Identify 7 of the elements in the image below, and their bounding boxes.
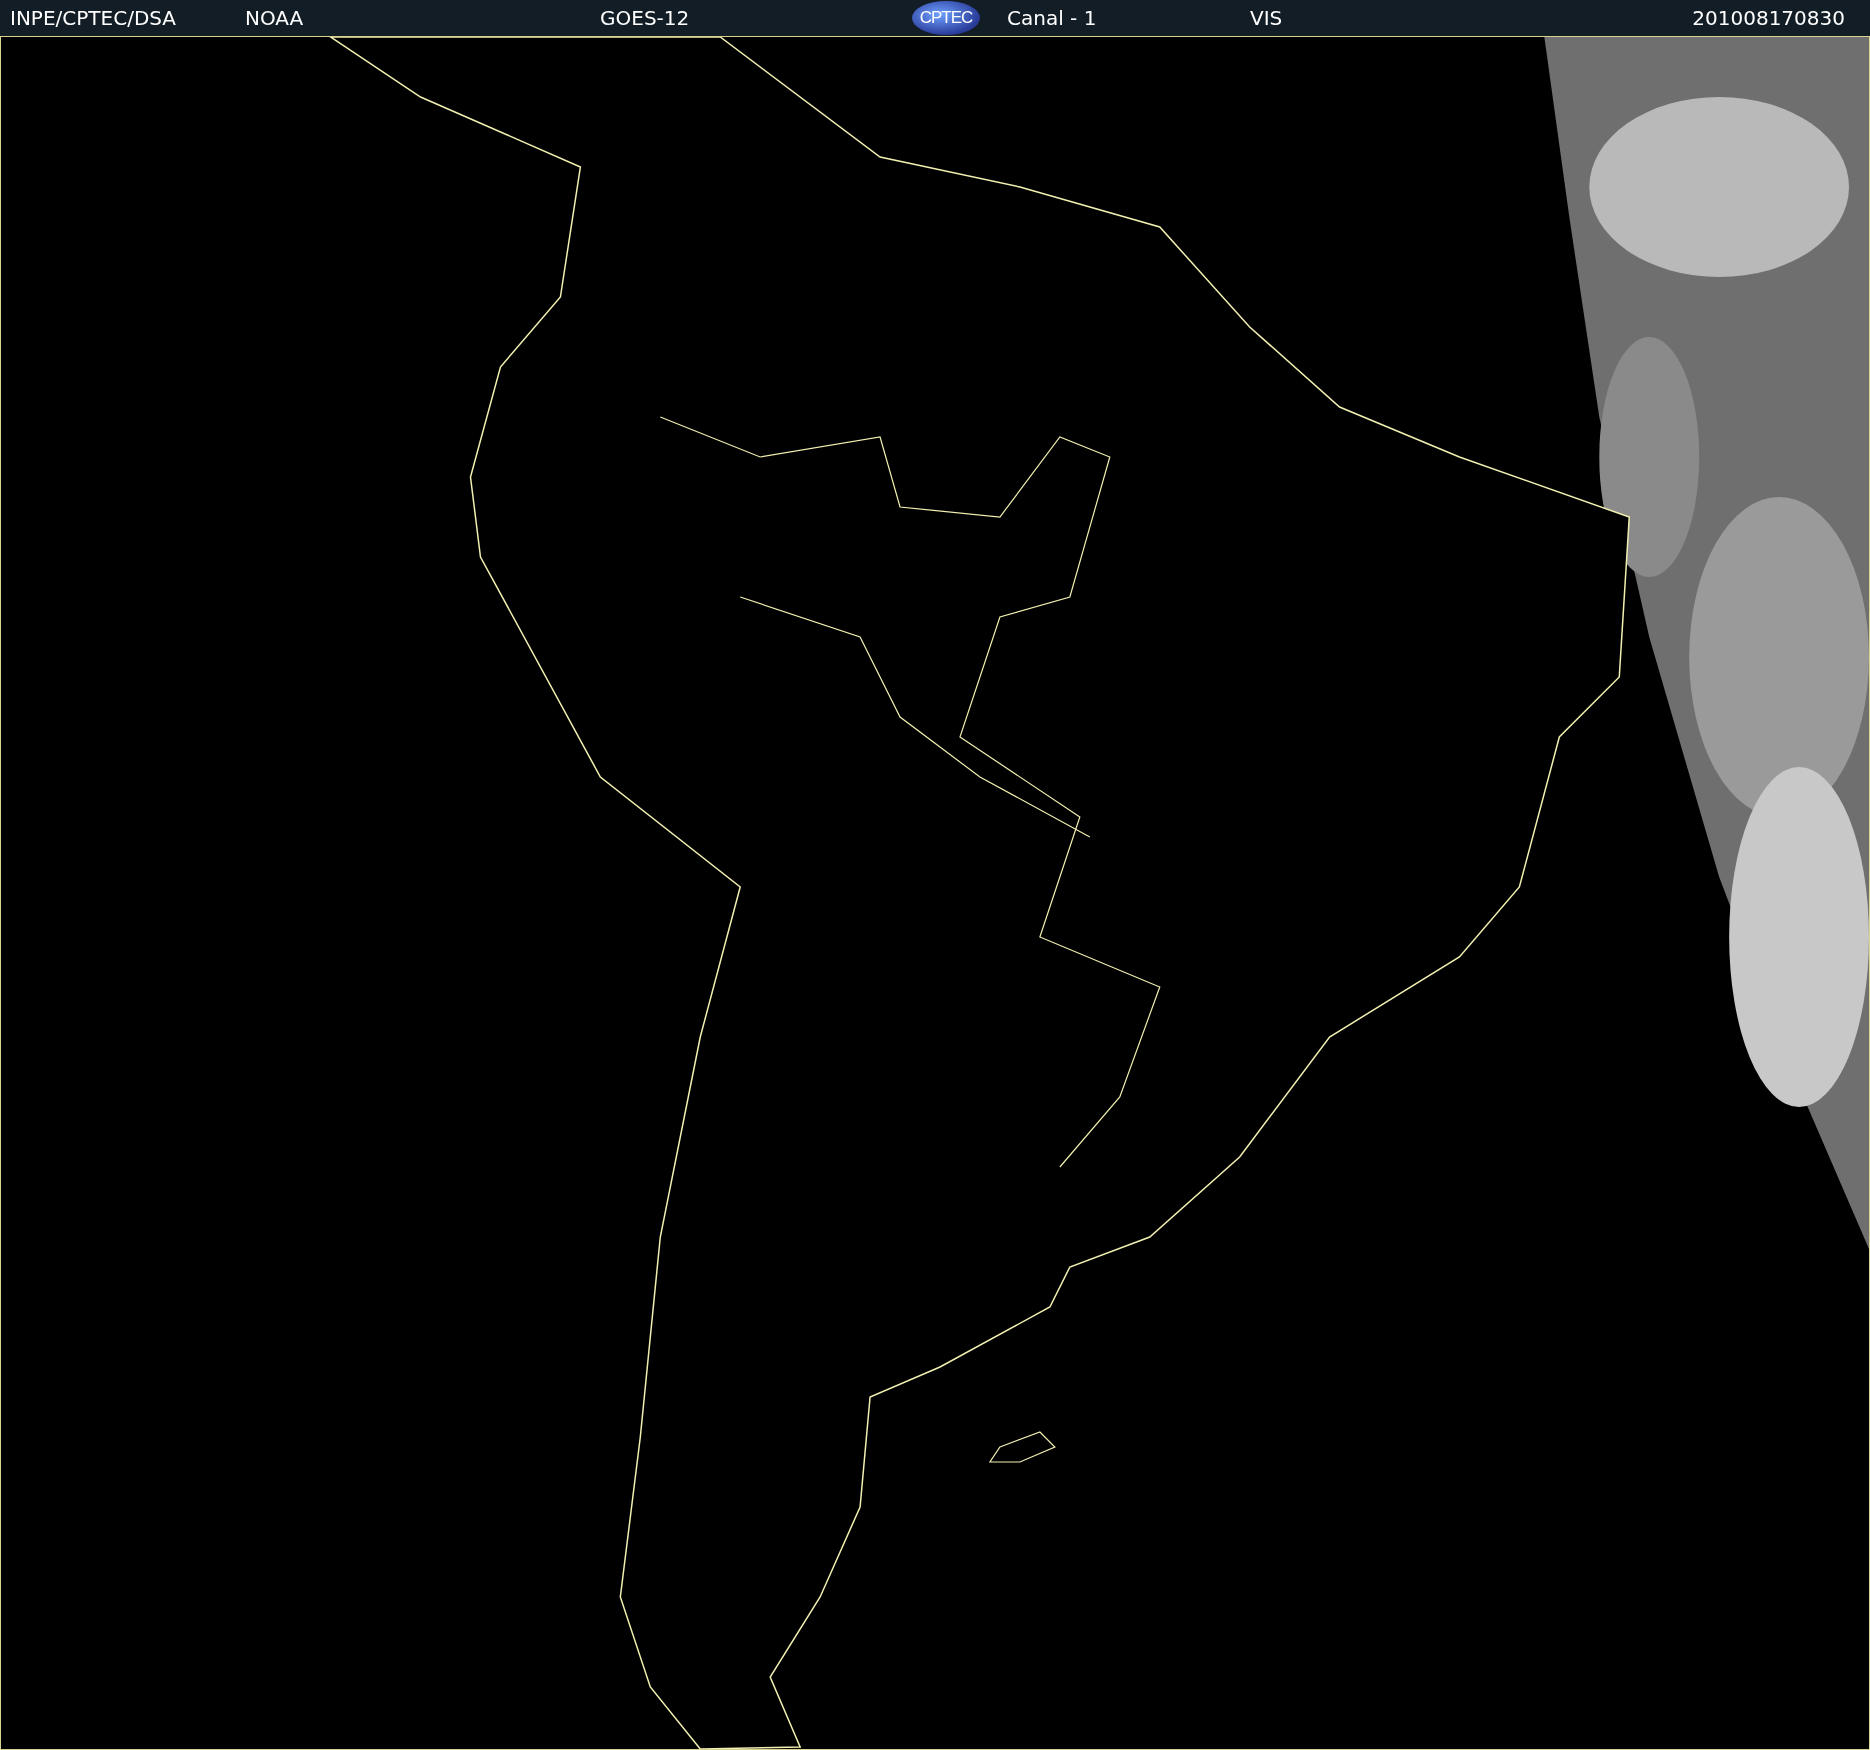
header-label: NOAA	[245, 6, 304, 30]
header-label: Canal - 1	[1007, 6, 1097, 30]
header-label: GOES-12	[600, 6, 690, 30]
header-label: VIS	[1250, 6, 1283, 30]
logo: CPTEC	[912, 1, 980, 35]
header-label: 201008170830	[1692, 6, 1845, 30]
header-label: INPE/CPTEC/DSA	[10, 6, 177, 30]
